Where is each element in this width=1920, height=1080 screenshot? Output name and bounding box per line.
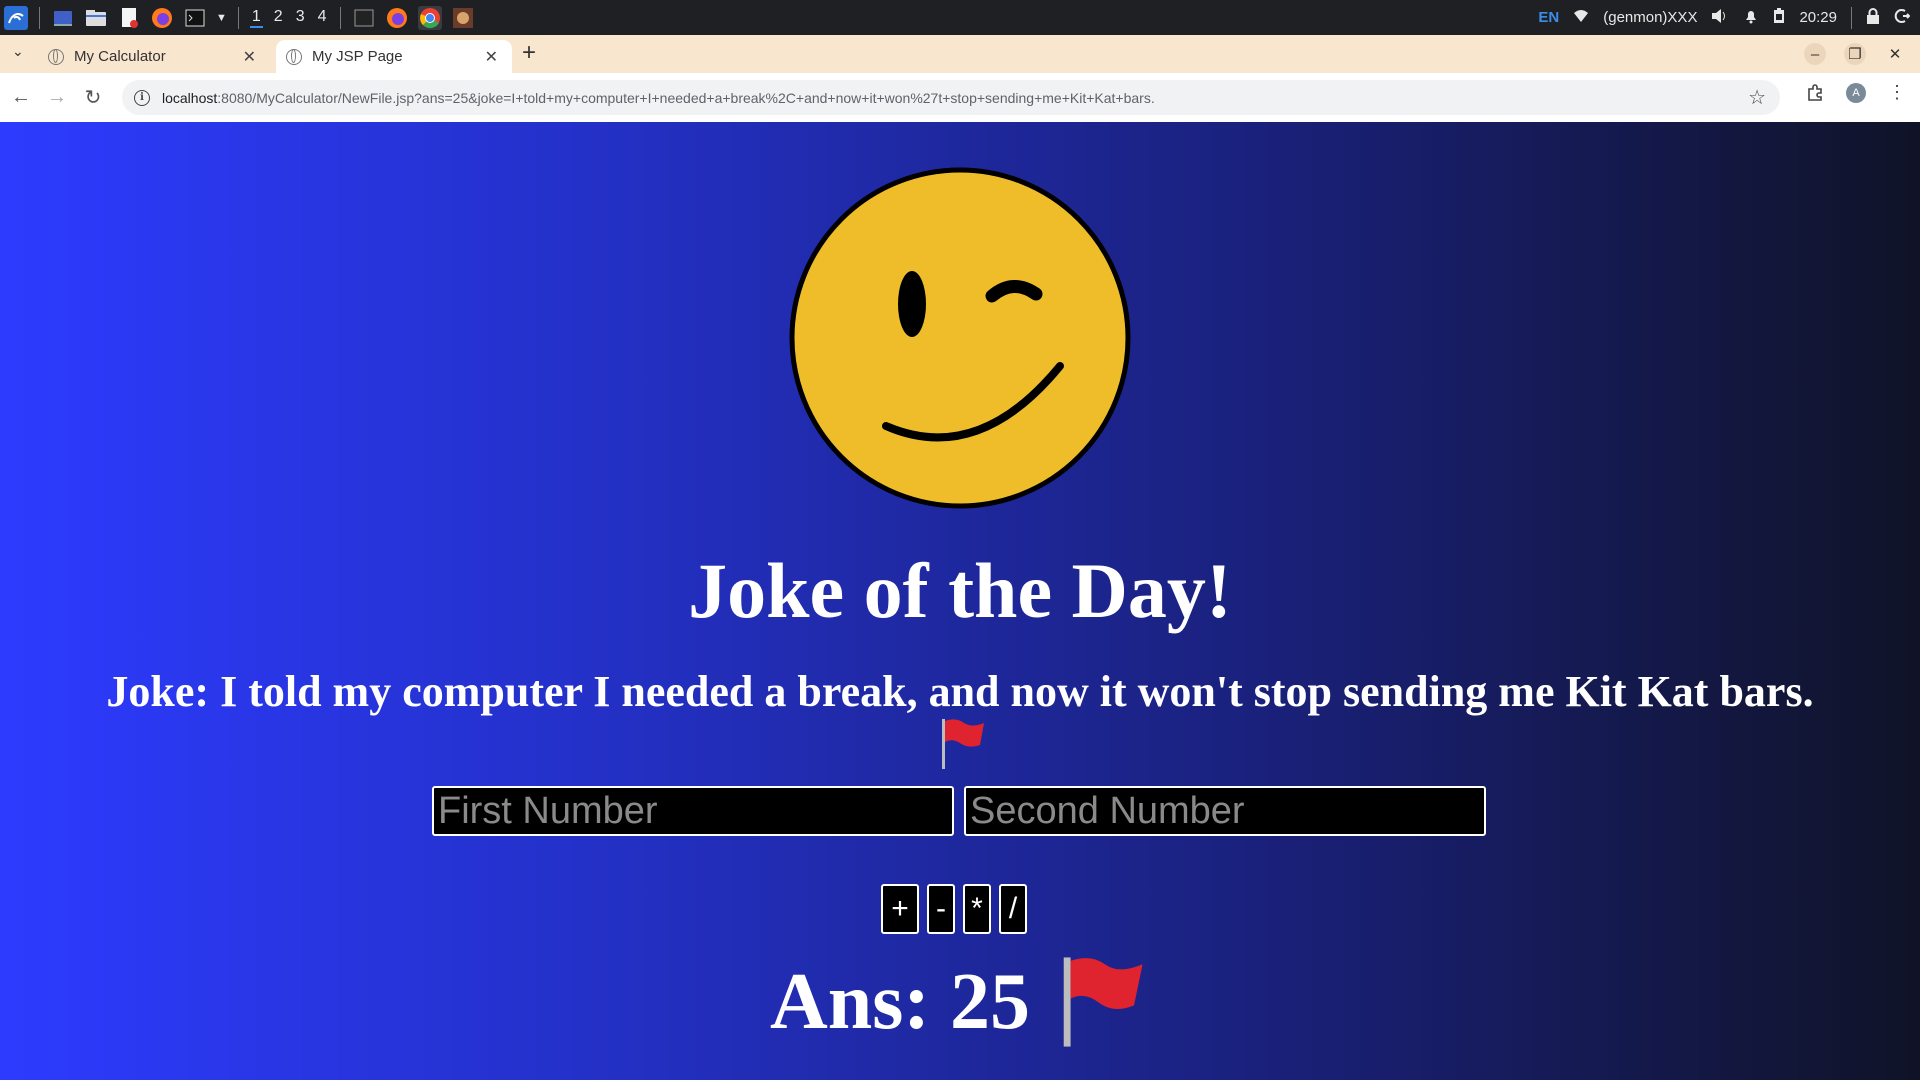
address-bar[interactable]: i localhost:8080/MyCalculator/NewFile.js… xyxy=(122,80,1780,115)
file-manager-icon[interactable] xyxy=(84,6,108,30)
workspace-1[interactable]: 1 xyxy=(249,8,263,28)
url-text[interactable]: localhost:8080/MyCalculator/NewFile.jsp?… xyxy=(162,90,1155,106)
window-controls: – ❐ ✕ xyxy=(1804,43,1906,65)
taskbar-separator xyxy=(39,6,40,29)
answer-text: Ans: 25 xyxy=(770,958,1031,1046)
answer-line: Ans: 25 xyxy=(770,954,1146,1050)
terminal-icon[interactable] xyxy=(183,6,207,30)
os-taskbar: ▼ 1 2 3 4 EN (genmon)XXX 20:29 xyxy=(0,0,1920,35)
menu-kebab-icon[interactable]: ⋮ xyxy=(1888,82,1906,103)
page-title: Joke of the Day! xyxy=(688,547,1232,634)
globe-icon xyxy=(48,48,64,65)
chevron-down-icon[interactable]: ▼ xyxy=(216,12,227,24)
logout-icon[interactable] xyxy=(1894,8,1911,28)
page-content: Joke of the Day! Joke: I told my compute… xyxy=(0,122,1920,1080)
tab-my-calculator[interactable]: My Calculator ✕ xyxy=(38,40,270,73)
chrome-window-icon[interactable] xyxy=(417,5,442,30)
reload-button[interactable]: ↻ xyxy=(78,83,108,113)
taskbar-separator xyxy=(237,6,239,29)
back-button[interactable]: ← xyxy=(6,83,36,113)
workspace-switcher[interactable]: 1 2 3 4 xyxy=(249,8,329,28)
lock-icon[interactable] xyxy=(1866,7,1880,28)
text-editor-icon[interactable] xyxy=(117,6,141,30)
browser-tab-strip: ⌄ My Calculator ✕ My JSP Page ✕ + – ❐ ✕ xyxy=(0,35,1920,73)
red-flag-icon xyxy=(1063,957,1143,1047)
extensions-icon[interactable] xyxy=(1806,83,1824,102)
profile-avatar[interactable]: A xyxy=(1846,82,1866,103)
workspace-4[interactable]: 4 xyxy=(316,8,329,28)
forward-button[interactable]: → xyxy=(42,83,72,113)
terminal-window-icon[interactable] xyxy=(352,6,376,30)
tab-search-chevron-icon[interactable]: ⌄ xyxy=(12,43,24,60)
wifi-icon[interactable] xyxy=(1573,9,1589,27)
maximize-icon[interactable]: ❐ xyxy=(1844,43,1866,65)
divide-button[interactable]: / xyxy=(999,884,1027,934)
new-tab-button[interactable]: + xyxy=(522,39,536,67)
joke-text: Joke: I told my computer I needed a brea… xyxy=(106,667,1814,716)
volume-icon[interactable] xyxy=(1711,8,1729,28)
operator-buttons: + - * / xyxy=(881,884,1027,934)
tab-label: My JSP Page xyxy=(312,48,403,65)
genmon-label[interactable]: (genmon)XXX xyxy=(1603,9,1697,26)
notifications-icon[interactable] xyxy=(1743,8,1759,28)
red-flag-icon xyxy=(942,719,984,769)
close-icon[interactable]: ✕ xyxy=(243,47,256,67)
multiply-button[interactable]: * xyxy=(963,884,991,934)
first-number-input[interactable] xyxy=(432,786,954,836)
firefox-window-icon[interactable] xyxy=(385,6,409,30)
url-host: localhost xyxy=(162,89,218,106)
tab-label: My Calculator xyxy=(74,48,166,65)
add-button[interactable]: + xyxy=(881,884,919,934)
close-icon[interactable]: ✕ xyxy=(485,47,498,67)
clock[interactable]: 20:29 xyxy=(1799,9,1837,26)
globe-icon xyxy=(286,48,302,65)
minimize-icon[interactable]: – xyxy=(1804,43,1826,65)
url-path: :8080/MyCalculator/NewFile.jsp?ans=25&jo… xyxy=(217,89,1155,106)
battery-icon[interactable] xyxy=(1773,7,1785,28)
toolbar-actions: A ⋮ xyxy=(1806,82,1906,103)
workspace-2[interactable]: 2 xyxy=(272,8,285,28)
window-close-icon[interactable]: ✕ xyxy=(1884,43,1906,65)
site-info-icon[interactable]: i xyxy=(134,89,150,106)
tab-my-jsp-page[interactable]: My JSP Page ✕ xyxy=(276,40,512,73)
number-inputs xyxy=(432,786,1486,836)
second-number-input[interactable] xyxy=(964,786,1486,836)
browser-toolbar: ← → ↻ i localhost:8080/MyCalculator/NewF… xyxy=(0,73,1920,122)
winking-smiley-image xyxy=(789,167,1131,509)
app-window-icon[interactable] xyxy=(451,6,475,30)
keyboard-layout[interactable]: EN xyxy=(1538,9,1559,26)
workspace-3[interactable]: 3 xyxy=(294,8,307,28)
show-desktop-icon[interactable] xyxy=(51,6,75,30)
subtract-button[interactable]: - xyxy=(927,884,955,934)
bookmark-star-icon[interactable]: ☆ xyxy=(1748,85,1766,110)
tray-separator xyxy=(1851,6,1852,29)
taskbar-separator xyxy=(339,6,341,29)
kali-menu-icon[interactable] xyxy=(4,5,28,30)
firefox-icon[interactable] xyxy=(150,6,174,30)
